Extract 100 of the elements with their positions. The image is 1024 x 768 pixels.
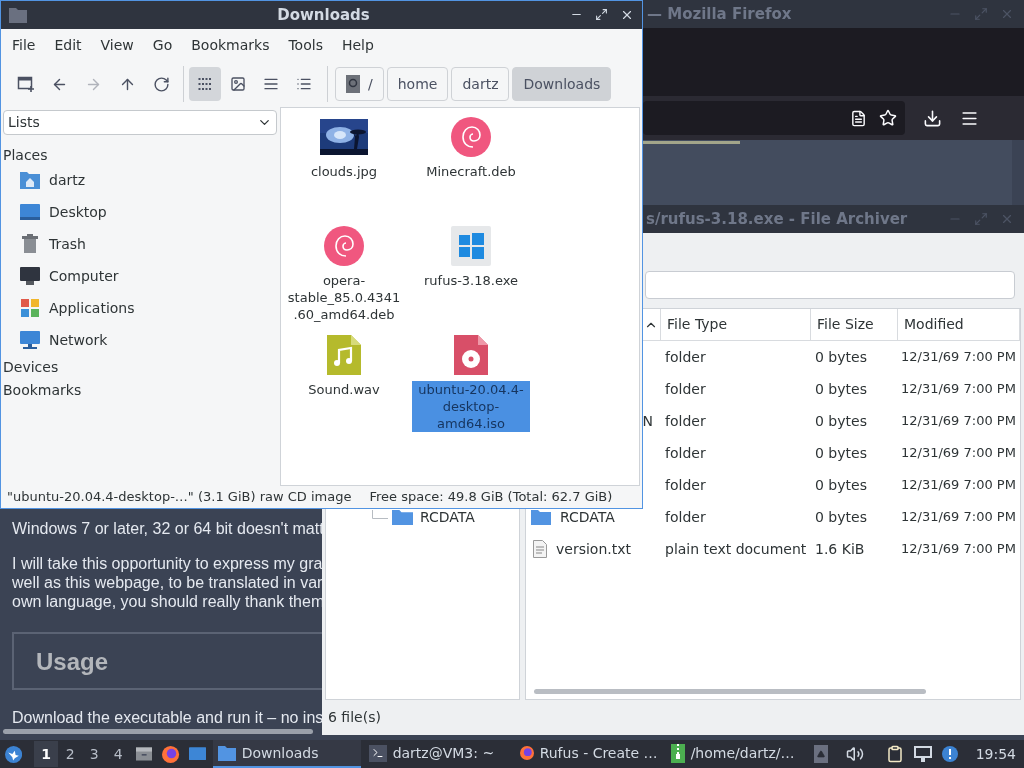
window-title: Downloads <box>276 4 371 26</box>
menu-item[interactable]: Help <box>341 34 374 56</box>
address-bar[interactable] <box>643 101 905 135</box>
file-label[interactable]: Sound.wav <box>306 381 382 398</box>
file-type: folder <box>664 411 707 431</box>
reader-view-icon[interactable] <box>850 109 867 127</box>
folder-icon <box>9 7 27 23</box>
file-size: 0 bytes <box>814 379 868 399</box>
file-type: folder <box>664 507 707 527</box>
sidebar-item[interactable]: dartz <box>49 169 86 191</box>
task-button[interactable]: Downloads <box>212 740 361 768</box>
trash-icon <box>21 234 39 254</box>
file-size: 0 bytes <box>814 475 868 495</box>
file-label[interactable]: clouds.jpg <box>308 163 380 180</box>
notification-icon[interactable] <box>941 746 958 762</box>
browser-icon[interactable] <box>162 743 180 765</box>
network-icon[interactable] <box>913 746 932 762</box>
path-button[interactable]: dartz <box>451 67 510 101</box>
start-menu-icon[interactable] <box>5 743 23 765</box>
applications-icon <box>21 299 39 317</box>
file-label[interactable]: opera-stable_85.0.4341.60_amd64.deb <box>285 272 403 323</box>
section-header: Bookmarks <box>3 382 83 399</box>
show-hidden-button[interactable] <box>813 745 828 763</box>
drive-icon <box>346 75 360 93</box>
picture-icon <box>230 76 246 92</box>
file-size: 0 bytes <box>814 411 868 431</box>
column-header[interactable]: File Type <box>661 309 811 340</box>
home-folder-icon <box>20 171 40 189</box>
clipboard-icon[interactable] <box>885 745 904 763</box>
horizontal-scrollbar[interactable] <box>534 689 926 694</box>
menu-item[interactable]: Edit <box>54 34 82 56</box>
workspace-button[interactable]: 4 <box>106 741 131 767</box>
swirl-package-icon <box>451 117 491 157</box>
status-text: Free space: 49.8 GiB (Total: 62.7 GiB) <box>369 488 613 507</box>
sidebar-item[interactable]: Trash <box>49 233 86 255</box>
new-window-icon <box>16 75 35 93</box>
maximize-icon[interactable] <box>595 8 608 21</box>
section-header: Devices <box>3 359 60 376</box>
paragraph: Windows 7 or later, 32 or 64 bit doesn't matt <box>12 519 324 538</box>
file-name: version.txt <box>556 539 631 559</box>
swirl-package-icon <box>324 226 364 266</box>
icon-view-button[interactable] <box>189 67 221 101</box>
disc-file-icon <box>454 335 488 375</box>
sidebar-item[interactable]: Applications <box>49 297 135 319</box>
modified-date: 12/31/69 7:00 PM <box>900 412 1016 431</box>
volume-icon[interactable] <box>845 745 864 763</box>
modified-date: 12/31/69 7:00 PM <box>900 348 1016 367</box>
column-header[interactable]: File Size <box>811 309 898 340</box>
sidebar-item[interactable]: Desktop <box>49 201 107 223</box>
tree-item[interactable]: RCDATA <box>420 506 475 528</box>
workspace-button[interactable]: 3 <box>82 741 107 767</box>
menu-item[interactable]: Bookmarks <box>191 34 270 56</box>
file-drawer-icon[interactable] <box>136 744 153 764</box>
location-field[interactable] <box>645 271 1015 299</box>
bookmark-star-icon[interactable] <box>879 109 897 127</box>
path-button[interactable]: Downloads <box>512 67 612 101</box>
workspace-button[interactable]: 2 <box>58 741 83 767</box>
modified-date: 12/31/69 7:00 PM <box>900 444 1016 463</box>
desktop-icon[interactable] <box>188 745 206 763</box>
file-size: 0 bytes <box>814 507 868 527</box>
menu-item[interactable]: Tools <box>288 34 323 56</box>
sidebar-item[interactable]: Network <box>49 329 108 351</box>
list-dropdown[interactable]: Lists <box>3 110 277 135</box>
reload-icon <box>153 75 170 93</box>
up-triangle-icon <box>816 750 825 758</box>
text-file-icon <box>533 540 547 558</box>
file-type: plain text document <box>664 539 808 559</box>
desktop-icon <box>20 203 40 221</box>
modified-date: 12/31/69 7:00 PM <box>900 508 1016 527</box>
download-icon[interactable] <box>923 108 942 128</box>
lines-icon <box>263 76 279 92</box>
sidebar-item[interactable]: Computer <box>49 265 119 287</box>
menu-item[interactable]: File <box>12 34 36 56</box>
path-button[interactable]: home <box>386 67 449 101</box>
icon-view-icon <box>197 76 213 92</box>
file-label[interactable]: Minecraft.deb <box>424 163 518 180</box>
modified-date: 12/31/69 7:00 PM <box>900 476 1016 495</box>
music-file-icon <box>327 335 361 375</box>
file-size: 0 bytes <box>814 347 868 367</box>
task-button[interactable]: dartz@VM3: ~ <box>363 740 512 768</box>
path-button[interactable]: / <box>335 67 384 101</box>
computer-icon <box>20 267 40 285</box>
modified-date: 12/31/69 7:00 PM <box>900 540 1016 559</box>
task-button[interactable]: Rufus - Create … <box>514 740 663 768</box>
window-title: — Mozilla Firefox <box>647 3 792 25</box>
task-button[interactable]: /home/dartz/… <box>665 740 814 768</box>
file-size: 1.6 KiB <box>814 539 866 559</box>
file-label[interactable]: ubuntu-20.04.4-desktop-amd64.iso <box>412 381 530 432</box>
file-name: N <box>642 411 654 431</box>
menu-item[interactable]: Go <box>152 34 173 56</box>
close-icon[interactable] <box>620 8 634 22</box>
file-type: folder <box>664 443 707 463</box>
workspace-button[interactable]: 1 <box>34 741 59 767</box>
file-name: RCDATA <box>560 507 615 527</box>
horizontal-scrollbar[interactable] <box>3 729 313 734</box>
browser-icon <box>519 744 534 762</box>
paragraph: Download the executable and run it – no ins <box>12 708 324 727</box>
file-label[interactable]: rufus-3.18.exe <box>422 272 520 289</box>
menu-item[interactable]: View <box>100 34 134 56</box>
column-header[interactable]: Modified <box>898 309 1020 340</box>
